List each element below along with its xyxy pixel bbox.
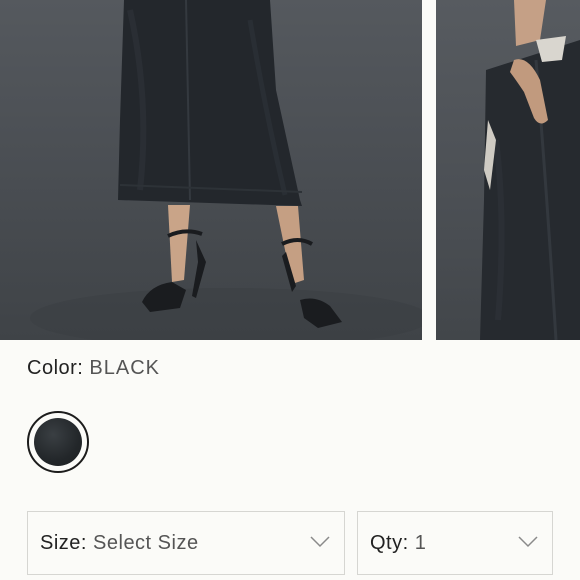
color-label-key: Color	[27, 357, 78, 379]
qty-select-value: 1	[414, 532, 427, 554]
model-pants-photo	[480, 0, 580, 340]
size-select-value: Select Size	[93, 532, 199, 554]
color-value: BLACK	[89, 357, 161, 379]
qty-select[interactable]: Qty: 1	[357, 511, 553, 575]
size-select-text: Size: Select Size	[40, 532, 199, 555]
color-label: Color: BLACK	[27, 357, 160, 380]
product-image-main[interactable]	[0, 0, 422, 340]
size-select-separator: :	[80, 532, 87, 554]
product-detail-page: Color: BLACK Size: Select Size Qty: 1	[0, 0, 580, 580]
color-swatch-fill	[34, 418, 82, 466]
model-skirt-photo	[30, 0, 422, 340]
product-image-gallery[interactable]	[0, 0, 580, 340]
qty-select-text: Qty: 1	[370, 532, 426, 555]
chevron-down-icon	[310, 536, 330, 548]
color-swatch-black[interactable]	[27, 411, 89, 473]
qty-select-label: Qty	[370, 532, 403, 554]
qty-select-separator: :	[402, 532, 409, 554]
size-select-label: Size	[40, 532, 81, 554]
color-label-separator: :	[77, 357, 84, 379]
size-select[interactable]: Size: Select Size	[27, 511, 345, 575]
product-image-next[interactable]	[436, 0, 580, 340]
chevron-down-icon	[518, 536, 538, 548]
